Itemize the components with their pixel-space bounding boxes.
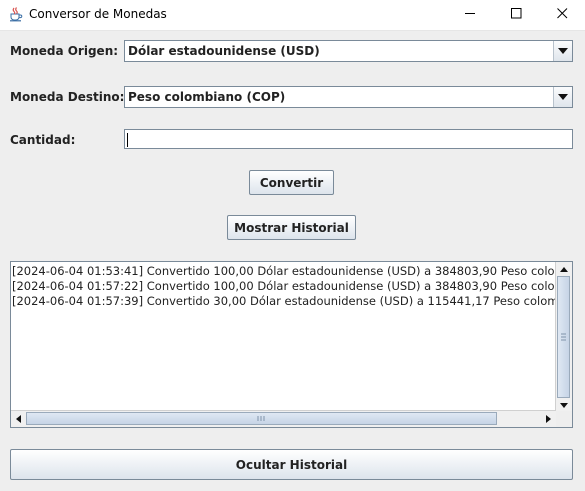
scroll-left-icon[interactable] bbox=[11, 412, 25, 426]
origin-currency-value: Dólar estadounidense (USD) bbox=[128, 44, 320, 58]
title-bar: Conversor de Monedas bbox=[0, 0, 585, 31]
amount-label: Cantidad: bbox=[10, 133, 76, 147]
close-icon bbox=[556, 8, 568, 22]
history-line: [2024-06-04 01:57:39] Convertido 30,00 D… bbox=[12, 294, 557, 308]
convert-button[interactable]: Convertir bbox=[249, 170, 334, 195]
vertical-scrollbar[interactable] bbox=[555, 262, 572, 412]
window-title: Conversor de Monedas bbox=[29, 7, 167, 21]
scroll-up-icon[interactable] bbox=[557, 262, 571, 276]
minimize-icon bbox=[464, 8, 476, 22]
origin-currency-select[interactable]: Dólar estadounidense (USD) bbox=[124, 40, 573, 62]
text-caret bbox=[127, 133, 128, 147]
java-cup-icon bbox=[8, 6, 24, 22]
destination-currency-select[interactable]: Peso colombiano (COP) bbox=[124, 86, 573, 108]
maximize-icon bbox=[510, 8, 522, 22]
scroll-corner bbox=[556, 411, 572, 427]
vertical-scroll-thumb[interactable] bbox=[557, 276, 570, 398]
minimize-button[interactable] bbox=[447, 0, 493, 30]
destination-label: Moneda Destino: bbox=[10, 90, 125, 104]
origin-label: Moneda Origen: bbox=[10, 44, 119, 58]
horizontal-scrollbar[interactable] bbox=[11, 410, 556, 427]
horizontal-scroll-thumb[interactable] bbox=[26, 412, 497, 425]
history-line: [2024-06-04 01:53:41] Convertido 100,00 … bbox=[12, 264, 557, 278]
history-line: [2024-06-04 01:57:22] Convertido 100,00 … bbox=[12, 279, 557, 293]
maximize-button[interactable] bbox=[493, 0, 539, 30]
scroll-down-icon[interactable] bbox=[557, 398, 571, 412]
amount-input[interactable] bbox=[124, 129, 573, 149]
destination-currency-value: Peso colombiano (COP) bbox=[128, 90, 286, 104]
history-lines: [2024-06-04 01:53:41] Convertido 100,00 … bbox=[12, 264, 557, 309]
history-text-area[interactable]: [2024-06-04 01:53:41] Convertido 100,00 … bbox=[10, 261, 573, 428]
hide-history-button[interactable]: Ocultar Historial bbox=[10, 449, 573, 480]
chevron-down-icon[interactable] bbox=[553, 87, 572, 107]
scroll-right-icon[interactable] bbox=[541, 412, 555, 426]
chevron-down-icon[interactable] bbox=[553, 41, 572, 61]
show-history-button[interactable]: Mostrar Historial bbox=[227, 215, 356, 240]
close-button[interactable] bbox=[539, 0, 585, 30]
